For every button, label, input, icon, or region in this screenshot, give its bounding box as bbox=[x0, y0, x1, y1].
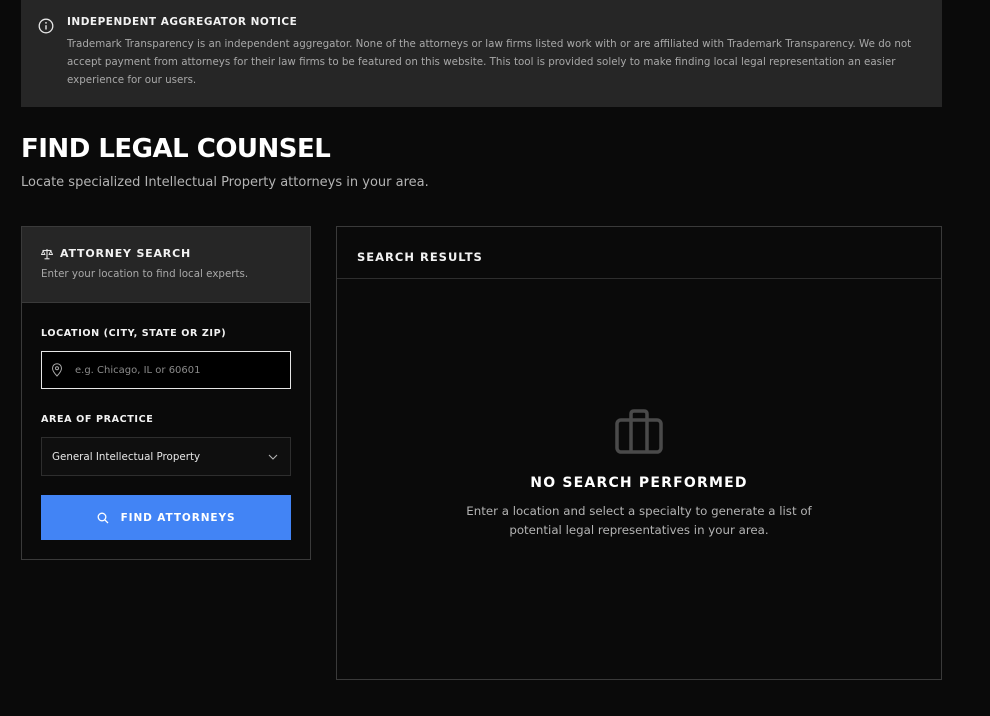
empty-state-title: NO SEARCH PERFORMED bbox=[530, 475, 748, 491]
empty-state: NO SEARCH PERFORMED Enter a location and… bbox=[337, 407, 941, 540]
attorney-search-panel: ATTORNEY SEARCH Enter your location to f… bbox=[21, 226, 311, 560]
scales-icon bbox=[41, 248, 53, 259]
page-subtitle: Locate specialized Intellectual Property… bbox=[21, 175, 429, 190]
location-input[interactable] bbox=[75, 364, 275, 376]
briefcase-icon bbox=[615, 409, 663, 454]
practice-selected-value: General Intellectual Property bbox=[52, 450, 201, 463]
practice-select[interactable]: General Intellectual Property bbox=[41, 437, 291, 476]
find-attorneys-label: FIND ATTORNEYS bbox=[120, 511, 236, 524]
info-icon bbox=[38, 18, 54, 34]
location-label: LOCATION (CITY, STATE OR ZIP) bbox=[41, 328, 227, 339]
search-results-panel: SEARCH RESULTS NO SEARCH PERFORMED Enter… bbox=[336, 226, 942, 680]
search-panel-subtitle: Enter your location to find local expert… bbox=[41, 268, 249, 280]
location-field[interactable] bbox=[41, 351, 291, 389]
search-icon bbox=[97, 512, 109, 523]
notice-text: Trademark Transparency is an independent… bbox=[67, 38, 912, 86]
search-panel-header: ATTORNEY SEARCH Enter your location to f… bbox=[22, 227, 310, 303]
aggregator-notice: INDEPENDENT AGGREGATOR NOTICE Trademark … bbox=[21, 0, 942, 107]
practice-label: AREA OF PRACTICE bbox=[41, 414, 154, 425]
chevron-down-icon bbox=[268, 454, 278, 460]
results-title: SEARCH RESULTS bbox=[337, 227, 941, 279]
notice-title: INDEPENDENT AGGREGATOR NOTICE bbox=[67, 16, 298, 28]
empty-state-text: Enter a location and select a specialty … bbox=[466, 504, 812, 537]
search-panel-title: ATTORNEY SEARCH bbox=[60, 247, 191, 260]
find-attorneys-button[interactable]: FIND ATTORNEYS bbox=[41, 495, 291, 540]
page-title: FIND LEGAL COUNSEL bbox=[21, 134, 331, 164]
map-pin-icon bbox=[51, 363, 63, 377]
